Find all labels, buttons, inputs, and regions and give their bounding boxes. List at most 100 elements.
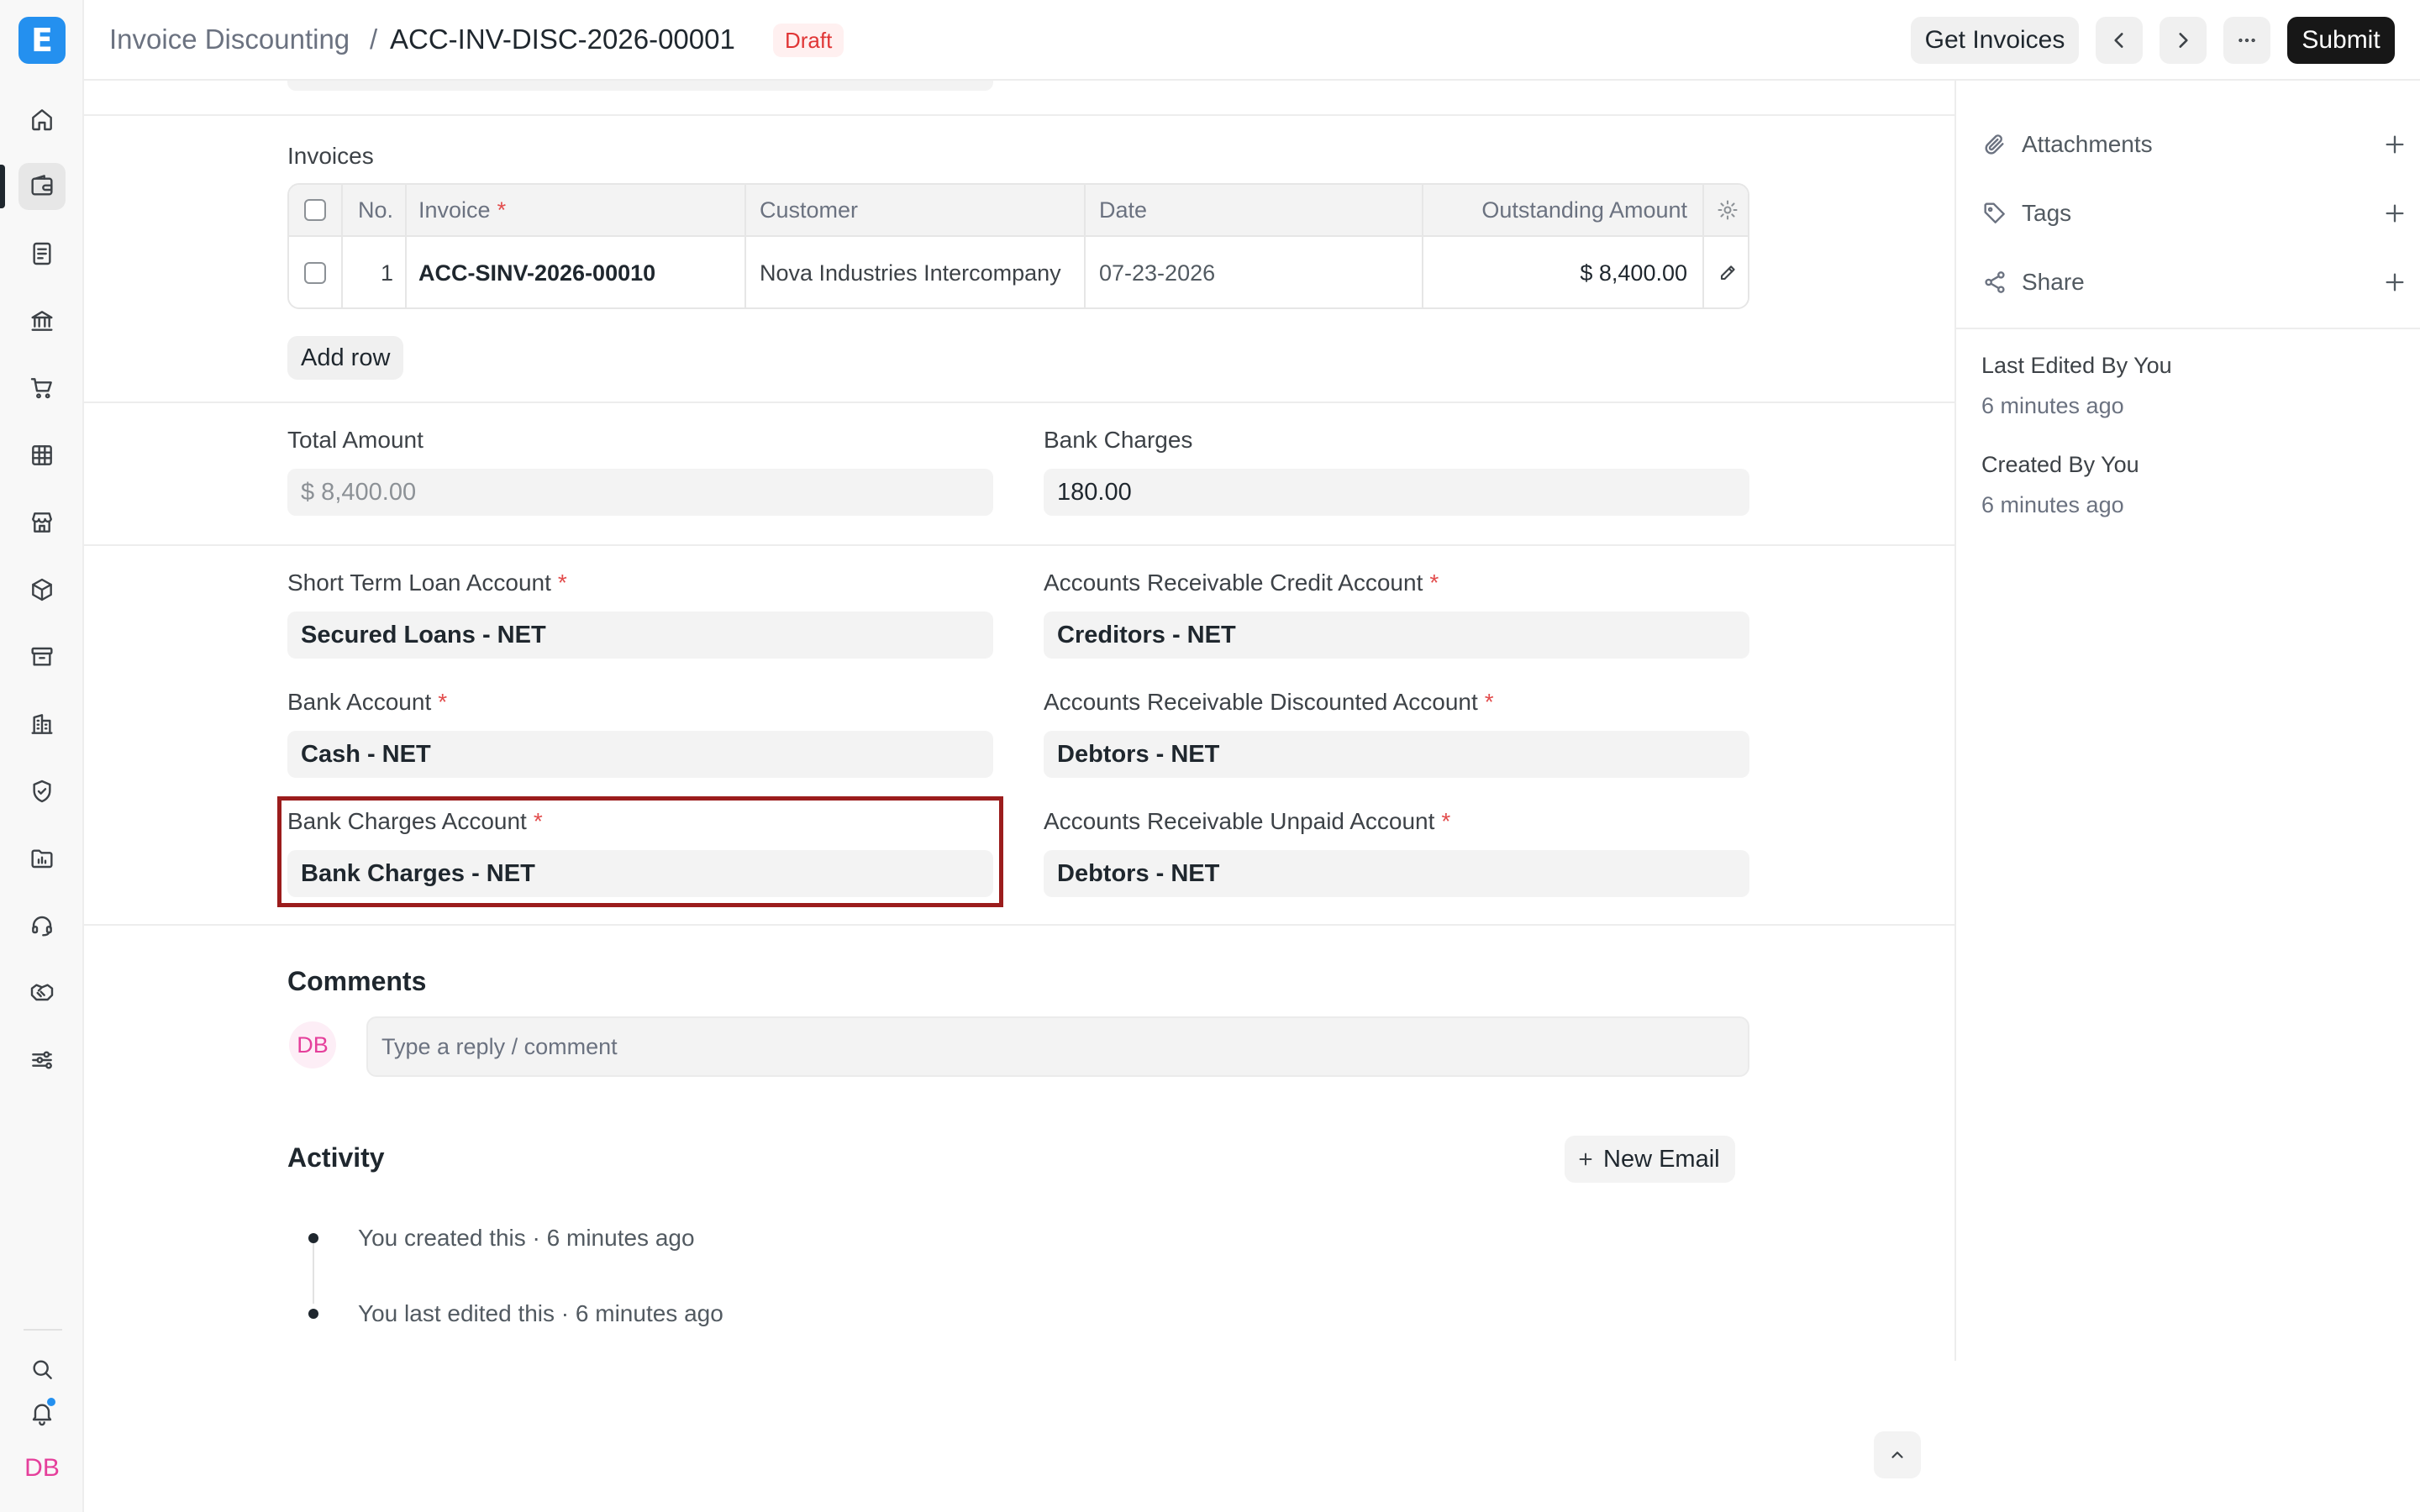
activity-item: You last edited this · 6 minutes ago xyxy=(358,1300,723,1326)
building-icon[interactable] xyxy=(18,701,66,748)
submit-button[interactable]: Submit xyxy=(2287,17,2395,64)
attachments-label: Attachments xyxy=(2022,131,2153,157)
add-row-button[interactable]: Add row xyxy=(287,336,404,380)
breadcrumb-separator: / xyxy=(370,24,378,55)
row-invoice-cell[interactable]: ACC-SINV-2026-00010 xyxy=(407,237,746,307)
ar-discounted-account-label: Accounts Receivable Discounted Account * xyxy=(1044,689,1494,716)
row-customer-cell[interactable]: Nova Industries Intercompany xyxy=(746,237,1086,307)
row-select-cell xyxy=(289,237,343,307)
attachments-row[interactable]: Attachments xyxy=(1981,121,2418,168)
chevron-left-icon xyxy=(2114,33,2123,48)
cart-icon[interactable] xyxy=(18,365,66,412)
column-header-no: No. xyxy=(343,185,407,235)
timeline-line xyxy=(313,1240,314,1304)
new-email-label: New Email xyxy=(1603,1146,1720,1173)
column-header-date: Date xyxy=(1086,185,1423,235)
handshake-icon[interactable] xyxy=(18,969,66,1016)
total-amount-field: $ 8,400.00 xyxy=(287,469,993,516)
box-icon[interactable] xyxy=(18,566,66,613)
accounting-wallet-icon[interactable] xyxy=(18,163,66,210)
table-icon[interactable] xyxy=(18,432,66,479)
folder-chart-icon[interactable] xyxy=(18,835,66,882)
short-term-loan-account-field[interactable]: Secured Loans - NET xyxy=(287,612,993,659)
share-row[interactable]: Share xyxy=(1981,259,2418,306)
tags-label: Tags xyxy=(2022,200,2072,226)
ar-credit-account-field[interactable]: Creditors - NET xyxy=(1044,612,1749,659)
short-term-loan-account-label: Short Term Loan Account * xyxy=(287,570,567,596)
short-term-loan-account-label-text: Short Term Loan Account xyxy=(287,570,551,596)
add-attachment-icon[interactable] xyxy=(2383,133,2407,156)
table-header: No. Invoice * Customer Date Outstanding A… xyxy=(289,185,1748,237)
gear-icon xyxy=(1718,200,1738,220)
ar-unpaid-account-label-text: Accounts Receivable Unpaid Account xyxy=(1044,808,1435,834)
ar-credit-account-label: Accounts Receivable Credit Account * xyxy=(1044,570,1439,596)
bank-charges-input[interactable]: 180.00 xyxy=(1044,469,1749,516)
share-label: Share xyxy=(2022,269,2085,295)
left-rail: E DB xyxy=(0,0,84,1512)
scrolled-field-edge xyxy=(287,81,993,91)
ar-discounted-account-label-text: Accounts Receivable Discounted Account xyxy=(1044,689,1478,715)
ar-unpaid-account-label: Accounts Receivable Unpaid Account * xyxy=(1044,808,1450,835)
add-tag-icon[interactable] xyxy=(2383,202,2407,225)
notification-bell-icon[interactable] xyxy=(18,1389,66,1436)
created-by: Created By You xyxy=(1981,452,2139,477)
get-invoices-button[interactable]: Get Invoices xyxy=(1911,17,2079,64)
tag-icon xyxy=(1984,202,2005,223)
shield-check-icon[interactable] xyxy=(18,768,66,815)
row-date-cell[interactable]: 07-23-2026 xyxy=(1086,237,1423,307)
new-email-button[interactable]: New Email xyxy=(1565,1136,1735,1183)
section-divider xyxy=(84,114,1954,116)
last-edited-time: 6 minutes ago xyxy=(1981,393,2124,418)
scroll-to-top-button[interactable] xyxy=(1874,1431,1921,1478)
more-actions-button[interactable] xyxy=(2223,17,2270,64)
comments-heading: Comments xyxy=(287,966,427,996)
rail-separator xyxy=(24,1329,62,1331)
more-horizontal-icon xyxy=(2238,38,2255,43)
home-icon[interactable] xyxy=(18,96,66,143)
required-mark: * xyxy=(1484,689,1494,715)
column-header-invoice: Invoice * xyxy=(407,185,746,235)
right-sidebar: Attachments Tags Share Last Edited By Yo… xyxy=(1954,81,2420,1361)
section-divider xyxy=(84,924,1954,926)
document-icon[interactable] xyxy=(18,230,66,277)
required-mark: * xyxy=(438,689,448,715)
activity-heading: Activity xyxy=(287,1142,385,1173)
created-time: 6 minutes ago xyxy=(1981,492,2124,517)
bank-account-label: Bank Account * xyxy=(287,689,447,716)
row-outstanding-cell[interactable]: $ 8,400.00 xyxy=(1423,237,1704,307)
tags-row[interactable]: Tags xyxy=(1981,190,2418,237)
column-header-outstanding: Outstanding Amount xyxy=(1423,185,1704,235)
notification-dot xyxy=(45,1396,57,1408)
select-all-checkbox[interactable] xyxy=(304,199,326,221)
row-edit-button[interactable] xyxy=(1704,237,1748,307)
ar-unpaid-account-field[interactable]: Debtors - NET xyxy=(1044,850,1749,897)
section-divider xyxy=(84,544,1954,546)
archive-icon[interactable] xyxy=(18,633,66,680)
next-document-button[interactable] xyxy=(2160,17,2207,64)
chevron-right-icon xyxy=(2179,33,2188,48)
search-icon[interactable] xyxy=(18,1346,66,1393)
bank-account-field[interactable]: Cash - NET xyxy=(287,731,993,778)
previous-document-button[interactable] xyxy=(2096,17,2143,64)
breadcrumb-parent[interactable]: Invoice Discounting xyxy=(109,24,350,55)
table-row[interactable]: 1 ACC-SINV-2026-00010 Nova Industries In… xyxy=(289,237,1748,307)
bank-account-label-text: Bank Account xyxy=(287,689,432,715)
sliders-icon[interactable] xyxy=(18,1037,66,1084)
paperclip-icon xyxy=(1985,134,2004,155)
required-mark: * xyxy=(1441,808,1451,834)
row-checkbox[interactable] xyxy=(304,262,326,284)
column-settings-button[interactable] xyxy=(1704,185,1748,235)
bank-charges-label: Bank Charges xyxy=(1044,427,1193,453)
app-logo[interactable]: E xyxy=(18,17,66,64)
user-avatar[interactable]: DB xyxy=(18,1445,66,1492)
store-icon[interactable] xyxy=(18,499,66,546)
required-mark: * xyxy=(1429,570,1439,596)
headset-icon[interactable] xyxy=(18,902,66,949)
add-share-icon[interactable] xyxy=(2383,270,2407,294)
ar-discounted-account-field[interactable]: Debtors - NET xyxy=(1044,731,1749,778)
comment-input[interactable]: Type a reply / comment xyxy=(366,1016,1749,1077)
chevron-up-icon xyxy=(1891,1452,1903,1458)
bank-icon[interactable] xyxy=(18,297,66,344)
invoices-label: Invoices xyxy=(287,143,374,169)
last-edited-by: Last Edited By You xyxy=(1981,353,2172,378)
